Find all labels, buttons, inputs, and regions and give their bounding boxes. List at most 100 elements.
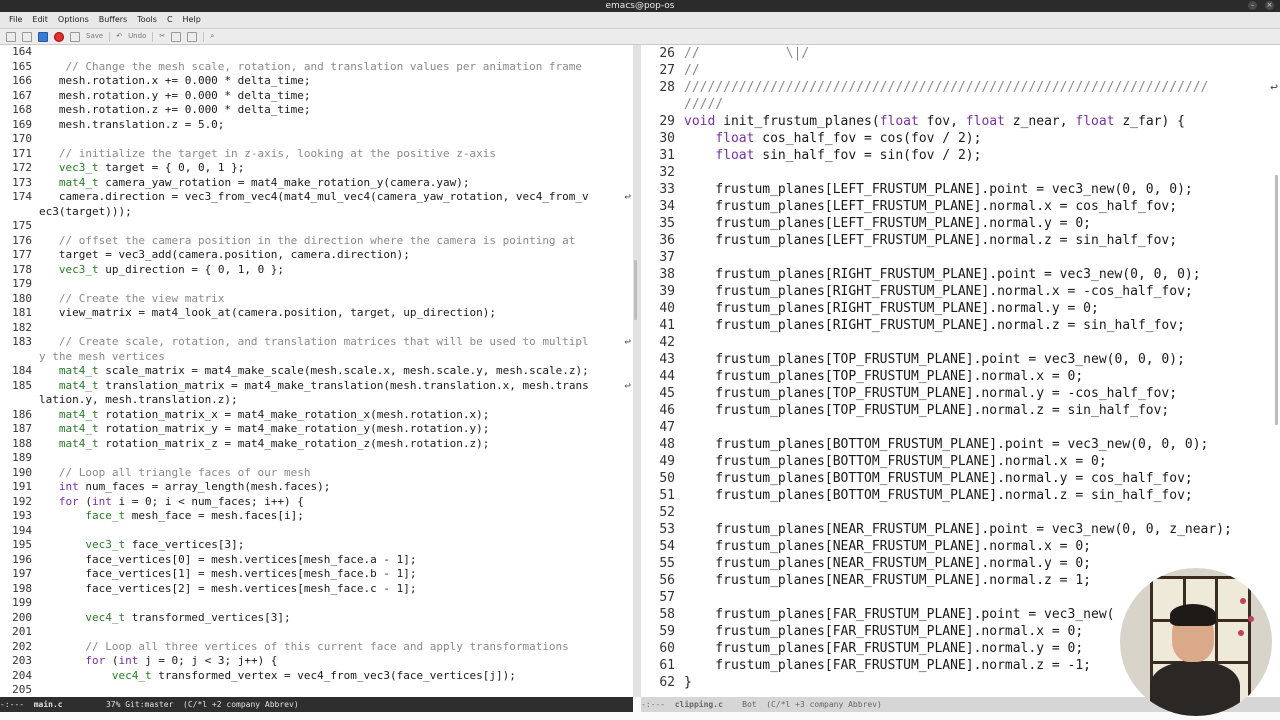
code-line[interactable]: 39 frustum_planes[RIGHT_FRUSTUM_PLANE].n… [641, 283, 1280, 300]
close-icon[interactable]: × [1265, 1, 1274, 10]
window-divider[interactable] [633, 45, 641, 697]
code-line[interactable]: 189 [0, 451, 633, 466]
code-line[interactable]: 199 [0, 596, 633, 611]
code-line[interactable]: 179 [0, 277, 633, 292]
code-line[interactable]: 198 face_vertices[2] = mesh.vertices[mes… [0, 582, 633, 597]
code-line[interactable]: 49 frustum_planes[BOTTOM_FRUSTUM_PLANE].… [641, 453, 1280, 470]
undo-icon[interactable]: ↶ [116, 29, 122, 44]
code-line[interactable]: 182 [0, 321, 633, 336]
code-line[interactable]: 54 frustum_planes[NEAR_FRUSTUM_PLANE].no… [641, 538, 1280, 555]
code-line[interactable]: 41 frustum_planes[RIGHT_FRUSTUM_PLANE].n… [641, 317, 1280, 334]
buffer-name[interactable]: main.c [34, 700, 63, 709]
code-line[interactable]: 191 int num_faces = array_length(mesh.fa… [0, 480, 633, 495]
code-line[interactable]: 167 mesh.rotation.y += 0.000 * delta_tim… [0, 89, 633, 104]
code-line[interactable]: 172 vec3_t target = { 0, 0, 1 }; [0, 161, 633, 176]
code-line[interactable]: 184 mat4_t scale_matrix = mat4_make_scal… [0, 364, 633, 379]
minimize-icon[interactable]: – [1248, 1, 1257, 10]
code-line[interactable]: 201 [0, 625, 633, 640]
code-line[interactable]: 173 mat4_t camera_yaw_rotation = mat4_ma… [0, 176, 633, 191]
copy-icon[interactable] [171, 31, 182, 42]
code-line[interactable]: 50 frustum_planes[BOTTOM_FRUSTUM_PLANE].… [641, 470, 1280, 487]
code-line[interactable]: 31 float sin_half_fov = sin(fov / 2); [641, 147, 1280, 164]
code-line[interactable]: 188 mat4_t rotation_matrix_z = mat4_make… [0, 437, 633, 452]
code-line[interactable]: 194 [0, 524, 633, 539]
code-line[interactable]: 192 for (int i = 0; i < num_faces; i++) … [0, 495, 633, 510]
code-line[interactable]: 43 frustum_planes[TOP_FRUSTUM_PLANE].poi… [641, 351, 1280, 368]
cut-icon[interactable]: ✂ [159, 29, 165, 44]
save-button[interactable]: Save [86, 29, 103, 44]
save-icon[interactable] [70, 31, 80, 42]
menu-c[interactable]: C [162, 12, 178, 28]
menu-buffers[interactable]: Buffers [94, 12, 132, 28]
code-line[interactable]: 203 for (int j = 0; j < 3; j++) { [0, 654, 633, 669]
code-line[interactable]: 26 // \|/ [641, 45, 1280, 62]
code-line[interactable]: ec3(target))); [0, 205, 633, 220]
code-line[interactable]: 44 frustum_planes[TOP_FRUSTUM_PLANE].nor… [641, 368, 1280, 385]
menu-options[interactable]: Options [53, 12, 94, 28]
code-line[interactable]: 36 frustum_planes[LEFT_FRUSTUM_PLANE].no… [641, 232, 1280, 249]
undo-button[interactable]: Undo [128, 29, 146, 44]
code-line[interactable]: 48 frustum_planes[BOTTOM_FRUSTUM_PLANE].… [641, 436, 1280, 453]
code-line[interactable]: 174 camera.direction = vec3_from_vec4(ma… [0, 190, 633, 205]
code-line[interactable]: 32 [641, 164, 1280, 181]
code-line[interactable]: 204 vec4_t transformed_vertex = vec4_fro… [0, 669, 633, 684]
menu-tools[interactable]: Tools [132, 12, 162, 28]
code-line[interactable]: 47 [641, 419, 1280, 436]
code-line[interactable]: 165 // Change the mesh scale, rotation, … [0, 60, 633, 75]
code-line[interactable]: 27 // [641, 62, 1280, 79]
code-line[interactable]: 34 frustum_planes[LEFT_FRUSTUM_PLANE].no… [641, 198, 1280, 215]
code-line[interactable]: 177 target = vec3_add(camera.position, c… [0, 248, 633, 263]
code-line[interactable]: 183 // Create scale, rotation, and trans… [0, 335, 633, 350]
code-line[interactable]: 30 float cos_half_fov = cos(fov / 2); [641, 130, 1280, 147]
paste-icon[interactable] [187, 31, 198, 42]
code-line[interactable]: 195 vec3_t face_vertices[3]; [0, 538, 633, 553]
code-line[interactable]: ///// [641, 96, 1280, 113]
code-line[interactable]: 46 frustum_planes[TOP_FRUSTUM_PLANE].nor… [641, 402, 1280, 419]
code-line[interactable]: 33 frustum_planes[LEFT_FRUSTUM_PLANE].po… [641, 181, 1280, 198]
code-line[interactable]: 180 // Create the view matrix [0, 292, 633, 307]
code-line[interactable]: 53 frustum_planes[NEAR_FRUSTUM_PLANE].po… [641, 521, 1280, 538]
code-line[interactable]: 168 mesh.rotation.z += 0.000 * delta_tim… [0, 103, 633, 118]
code-line[interactable]: 200 vec4_t transformed_vertices[3]; [0, 611, 633, 626]
code-line[interactable]: 185 mat4_t translation_matrix = mat4_mak… [0, 379, 633, 394]
code-line[interactable]: 37 [641, 249, 1280, 266]
code-line[interactable]: y the mesh vertices [0, 350, 633, 365]
code-line[interactable]: 176 // offset the camera position in the… [0, 234, 633, 249]
code-line[interactable]: 35 frustum_planes[LEFT_FRUSTUM_PLANE].no… [641, 215, 1280, 232]
code-line[interactable]: 181 view_matrix = mat4_look_at(camera.po… [0, 306, 633, 321]
code-line[interactable]: 166 mesh.rotation.x += 0.000 * delta_tim… [0, 74, 633, 89]
code-line[interactable]: 171 // initialize the target in z-axis, … [0, 147, 633, 162]
menu-edit[interactable]: Edit [27, 12, 53, 28]
search-icon[interactable]: ⌕ [210, 29, 214, 44]
code-line[interactable]: 51 frustum_planes[BOTTOM_FRUSTUM_PLANE].… [641, 487, 1280, 504]
code-line[interactable]: 187 mat4_t rotation_matrix_y = mat4_make… [0, 422, 633, 437]
code-line[interactable]: 205 [0, 683, 633, 697]
code-line[interactable]: 42 [641, 334, 1280, 351]
code-line[interactable]: 190 // Loop all triangle faces of our me… [0, 466, 633, 481]
code-line[interactable]: 45 frustum_planes[TOP_FRUSTUM_PLANE].nor… [641, 385, 1280, 402]
left-scrollbar-thumb[interactable] [634, 260, 637, 320]
menu-help[interactable]: Help [178, 12, 206, 28]
code-line[interactable]: 169 mesh.translation.z = 5.0; [0, 118, 633, 133]
code-line[interactable]: 29 void init_frustum_planes(float fov, fl… [641, 113, 1280, 130]
open-folder-icon[interactable] [22, 31, 32, 42]
code-line[interactable]: 196 face_vertices[0] = mesh.vertices[mes… [0, 553, 633, 568]
code-line[interactable]: 175 [0, 219, 633, 234]
close-buffer-icon[interactable] [54, 31, 64, 42]
new-file-icon[interactable] [6, 31, 16, 42]
code-line[interactable]: 170 [0, 132, 633, 147]
open-file-icon[interactable] [38, 31, 48, 42]
code-line[interactable]: 38 frustum_planes[RIGHT_FRUSTUM_PLANE].p… [641, 266, 1280, 283]
code-line[interactable]: 202 // Loop all three vertices of this c… [0, 640, 633, 655]
left-editor-pane[interactable]: 164 165 // Change the mesh scale, rotatio… [0, 45, 633, 697]
code-line[interactable]: 40 frustum_planes[RIGHT_FRUSTUM_PLANE].n… [641, 300, 1280, 317]
code-line[interactable]: 178 vec3_t up_direction = { 0, 1, 0 }; [0, 263, 633, 278]
code-line[interactable]: 186 mat4_t rotation_matrix_x = mat4_make… [0, 408, 633, 423]
code-line[interactable]: 164 [0, 45, 633, 60]
code-line[interactable]: 197 face_vertices[1] = mesh.vertices[mes… [0, 567, 633, 582]
buffer-name[interactable]: clipping.c [675, 700, 723, 709]
code-line[interactable]: lation.y, mesh.translation.z); [0, 393, 633, 408]
code-line[interactable]: 52 [641, 504, 1280, 521]
menu-file[interactable]: File [4, 12, 27, 28]
code-line[interactable]: 28 //////////////////////////////////////… [641, 79, 1280, 96]
